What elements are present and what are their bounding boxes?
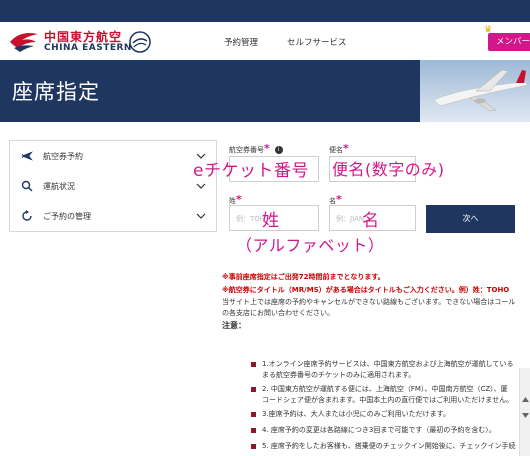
sidebar-item-flight-booking[interactable]: 航空券予約 [10,141,216,171]
sidebar: 航空券予約 運航状況 ご予約の管理 [9,140,217,232]
scrollbar[interactable] [519,368,530,456]
nav-self-service[interactable]: セルフサービス [287,36,347,48]
page: 中国東方航空 CHINA EASTERN 予約管理 セルフサービス ♛ メンバー… [0,0,530,456]
skyteam-logo-icon [129,31,151,53]
list-bullet [251,387,256,392]
annotation-flight-number: 便名(数字のみ) [332,160,445,179]
list-item: 2. 中国東方航空が運航する便には、上海航空（FM）、中国南方航空（CZ）、厦 [262,385,508,393]
required-mark: * [343,142,349,155]
list-item: まる航空券番号のチケットのみに適用されます。 [262,371,416,379]
annotation-alphabet: （アルファベット） [236,236,385,255]
chevron-down-icon [196,213,206,219]
sidebar-item-manage-booking[interactable]: ご予約の管理 [10,201,216,231]
site-header: 中国東方航空 CHINA EASTERN 予約管理 セルフサービス ♛ メンバー [0,22,530,60]
chevron-down-icon [196,183,206,189]
annotation-surname: 姓 [262,211,280,231]
sidebar-item-flight-status[interactable]: 運航状況 [10,171,216,201]
sidebar-item-label: 航空券予約 [43,152,83,161]
list-item: コードシェア便が含まれます。中国本土内の直行便ではご利用いただけません。 [262,396,514,404]
search-icon [21,180,33,192]
list-item: 1.オンライン座席予約サービスは、中国東方航空および上海航空が運航している [262,360,514,368]
airplane-photo [420,60,530,122]
list-bullet [251,428,256,433]
notice-unsupported-routes: 当サイト上では座席の予約やキャンセルができない路線もございます。できない場合はコ… [222,298,516,306]
notice-72-hours: ※事前座席指定はご出発72時間前までとなります。 [222,273,385,281]
list-item: 5. 座席予約をしたお客様も、搭乗便のチェックイン開始後に、チェックイン手続 [262,442,516,450]
refresh-icon [22,210,32,221]
list-bullet [251,362,256,367]
list-bullet [251,412,256,417]
ticket-number-label: 航空券番号* i [229,142,283,155]
scroll-down-icon[interactable] [522,412,529,419]
top-strip [0,0,530,22]
info-icon[interactable]: i [274,146,283,154]
flight-number-label: 便名* [329,142,349,155]
page-title: 座席指定 [12,80,100,104]
annotation-given-name: 名 [362,211,380,231]
list-item: 3.座席予約は、大人または小児にのみご利用いただけます。 [262,410,450,418]
notice-contact: の各支店にお問い合わせください。 [222,309,334,317]
list-item: 4. 座席予約の変更は各路線につき3回まで可能です（最初の予約を含む）。 [262,426,496,434]
list-bullet [251,444,256,449]
page-banner: 座席指定 [0,60,530,122]
notice-title: ※航空券にタイトル（MR/MS）がある場合はタイトルもご入力ください。例）姓：T… [222,286,510,294]
sidebar-item-label: 運航状況 [43,182,75,191]
next-button[interactable]: 次へ [426,205,515,233]
sidebar-item-label: ご予約の管理 [43,212,91,221]
member-button[interactable]: メンバー [488,33,530,51]
logo-text-en: CHINA EASTERN [44,43,132,53]
plane-icon [21,151,33,161]
scroll-up-icon[interactable] [522,396,529,403]
annotation-ticket-number: eチケット番号 [193,161,309,181]
nav-booking-management[interactable]: 予約管理 [224,36,258,48]
china-eastern-logo-icon[interactable] [8,28,40,54]
notes-heading: 注意： [222,321,246,330]
required-mark: * [264,142,270,155]
